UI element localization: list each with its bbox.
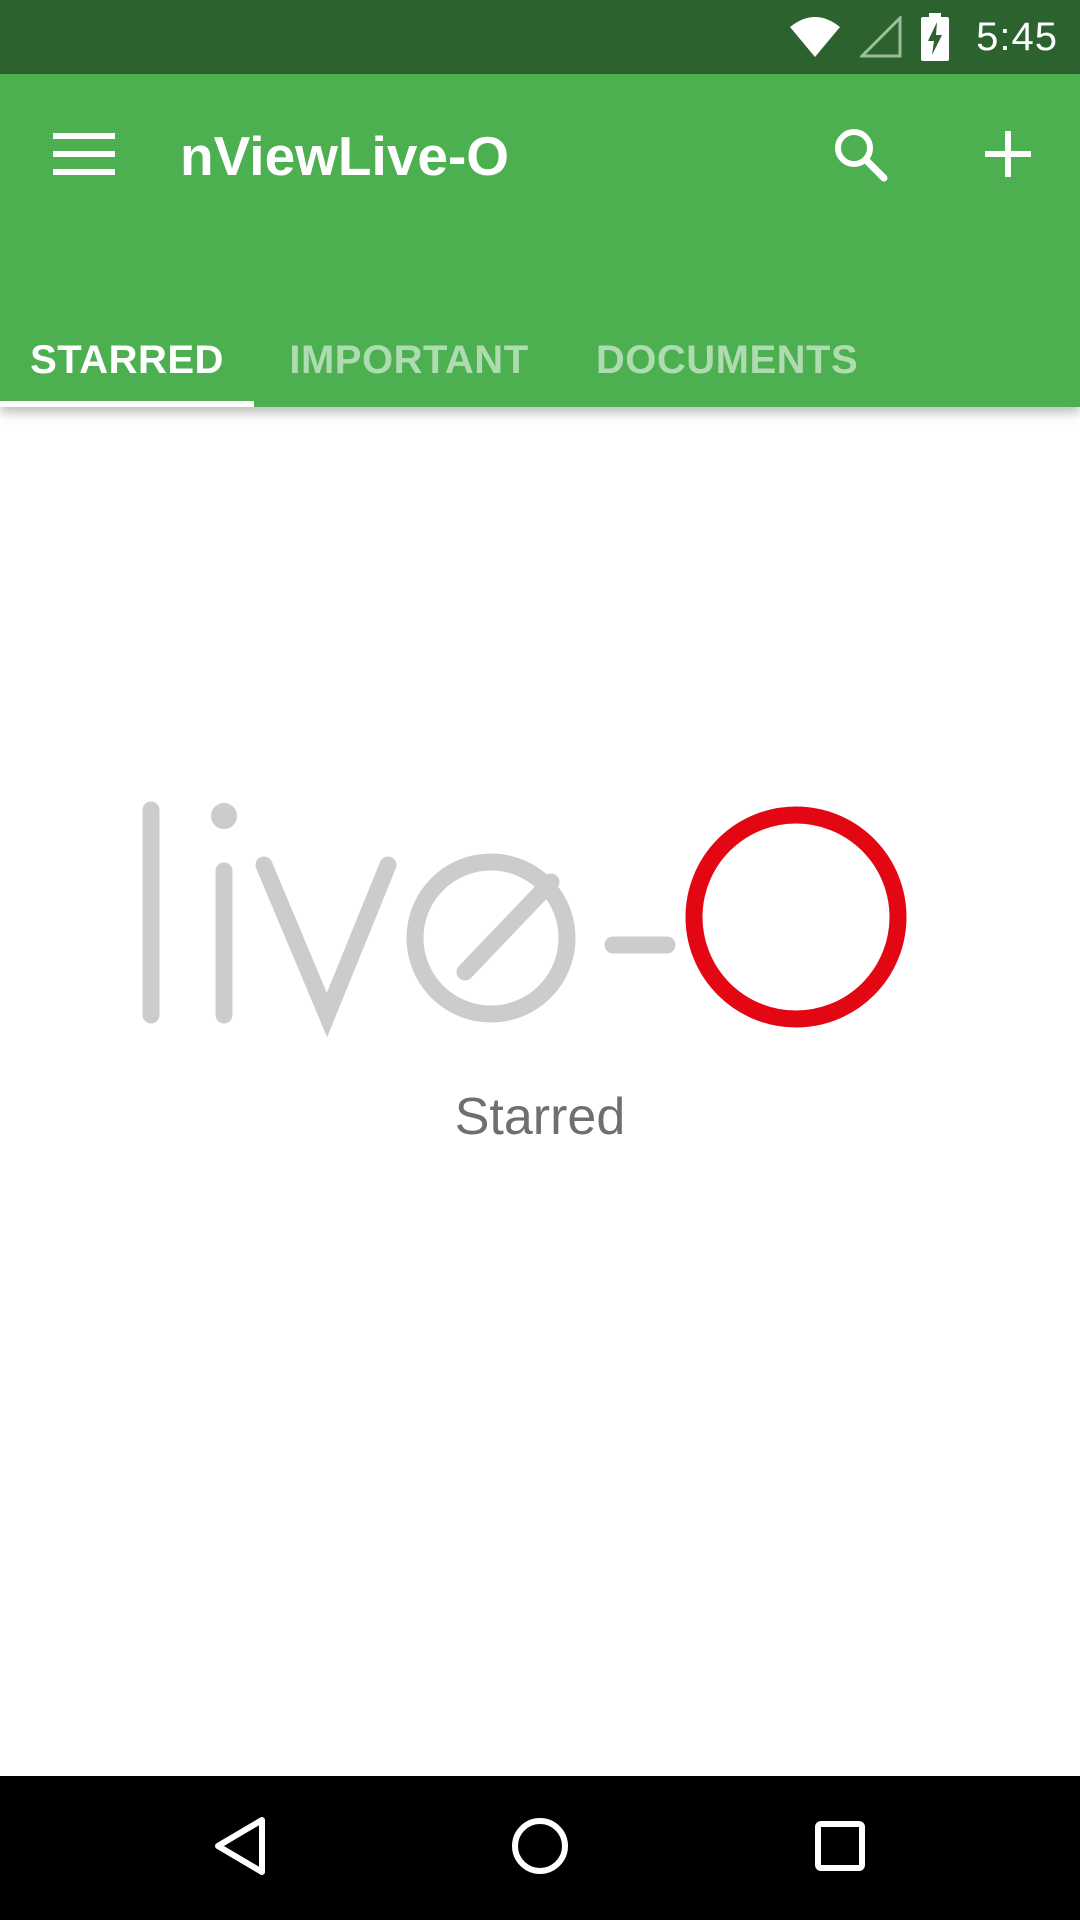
add-icon bbox=[985, 130, 1031, 182]
search-icon bbox=[832, 126, 888, 187]
battery-charging-icon bbox=[920, 13, 950, 61]
status-bar: 5:45 bbox=[0, 0, 1080, 74]
back-button[interactable] bbox=[170, 1798, 310, 1898]
status-time: 5:45 bbox=[976, 14, 1058, 59]
recents-button[interactable] bbox=[770, 1798, 910, 1898]
tab-important[interactable]: IMPORTANT bbox=[254, 314, 564, 407]
add-button[interactable] bbox=[958, 111, 1058, 201]
tab-bar: STARRED IMPORTANT DOCUMENTS bbox=[0, 314, 1080, 407]
home-icon bbox=[510, 1816, 570, 1881]
hamburger-menu-icon bbox=[53, 132, 115, 180]
tab-indicator bbox=[0, 401, 254, 407]
cell-signal-icon bbox=[860, 16, 902, 58]
search-button[interactable] bbox=[810, 111, 910, 201]
tab-starred[interactable]: STARRED bbox=[0, 314, 254, 407]
toolbar: nViewLive-O bbox=[0, 74, 1080, 239]
empty-state-label: Starred bbox=[454, 1088, 626, 1146]
tab-label: STARRED bbox=[30, 338, 224, 382]
tab-label: IMPORTANT bbox=[289, 338, 529, 382]
back-icon bbox=[212, 1816, 268, 1881]
app-screen: 5:45 nViewLive-O STARRED IMPORTANT DOCUM… bbox=[0, 0, 1080, 1920]
status-icons: 5:45 bbox=[770, 0, 1058, 74]
recents-icon bbox=[814, 1820, 866, 1877]
menu-button[interactable] bbox=[30, 111, 138, 201]
tab-label: DOCUMENTS bbox=[595, 338, 859, 382]
wifi-icon bbox=[788, 15, 842, 59]
app-title: nViewLive-O bbox=[180, 125, 510, 187]
home-button[interactable] bbox=[470, 1798, 610, 1898]
tab-documents[interactable]: DOCUMENTS bbox=[564, 314, 890, 407]
system-nav-bar bbox=[0, 1776, 1080, 1920]
app-bar: nViewLive-O STARRED IMPORTANT DOCUMENTS bbox=[0, 74, 1080, 407]
main-content: Starred bbox=[0, 407, 1080, 1776]
